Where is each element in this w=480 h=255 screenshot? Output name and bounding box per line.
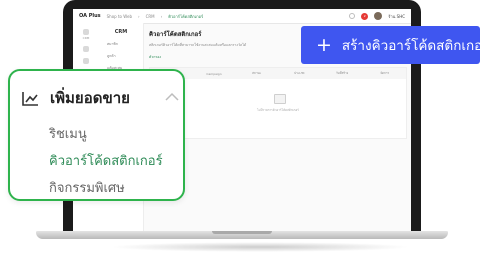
plus-icon: + [316,33,332,56]
menu-item-rich-menu[interactable]: ริชเมนู [49,123,87,144]
breadcrumb-3: คิวอาร์โค้ดสติกเกอร์ [168,13,204,19]
sidebar-title: CRM [114,29,128,35]
sidebar-item[interactable]: ลูกค้า [107,53,143,59]
breadcrumb-1[interactable]: Shop to Web [107,14,132,19]
user-name[interactable]: ร้าน SHC [388,13,405,20]
create-button-label: สร้างคิวอาร์โค้ดสติกเกอร์ [341,38,480,54]
menu-section-header[interactable]: เพิ่มยอดขาย [22,88,179,108]
breadcrumb-2[interactable]: CRM [146,14,155,19]
notification-badge[interactable]: 2 [361,12,369,20]
column-header[interactable]: วันที่สร้าง [321,71,364,76]
empty-state-icon [274,94,286,104]
column-header[interactable]: สถานะ [235,71,278,76]
create-qr-sticker-button[interactable]: + สร้างคิวอาร์โค้ดสติกเกอร์ [301,26,480,64]
crm-app-icon[interactable] [83,29,89,35]
top-right-controls: 2 ร้าน SHC [349,12,405,20]
app-icon[interactable] [83,46,89,52]
laptop-notch [212,231,272,234]
sidebar-item[interactable]: สมาชิก [107,41,143,47]
column-header[interactable]: จัดการ [363,71,406,76]
table-header: ชื่อ Campaign สถานะ ประเภท วันที่สร้าง จ… [150,68,406,79]
chevron-up-icon[interactable] [165,92,179,101]
line-chart-icon [22,91,38,106]
top-bar: OA Plus Shop to Web › CRM › คิวอาร์โค้ดส… [73,9,411,24]
menu-section-title: เพิ่มยอดขาย [50,89,130,107]
help-icon[interactable] [349,13,356,19]
brand-logo: OA Plus [79,13,101,19]
column-header[interactable]: ประเภท [278,71,321,76]
column-header[interactable]: Campaign [193,72,236,76]
app-icon[interactable] [83,58,89,64]
menu-item-qr-sticker[interactable]: คิวอาร์โค้ดสติกเกอร์ [49,150,163,171]
breadcrumb-separator: › [160,13,163,19]
menu-item-special-activity[interactable]: กิจกรรมพิเศษ [49,177,125,198]
breadcrumb-separator: › [137,13,140,19]
app-rail-label: CRM [82,36,90,40]
avatar[interactable] [374,12,383,20]
qr-table: ชื่อ Campaign สถานะ ประเภท วันที่สร้าง จ… [149,67,407,139]
empty-state-text: ไม่มีรายการคิวอาร์โค้ดสติกเกอร์ [257,108,299,112]
sales-menu-card: เพิ่มยอดขาย ริชเมนู คิวอาร์โค้ดสติกเกอร์… [8,69,185,201]
laptop-shadow [110,242,410,252]
